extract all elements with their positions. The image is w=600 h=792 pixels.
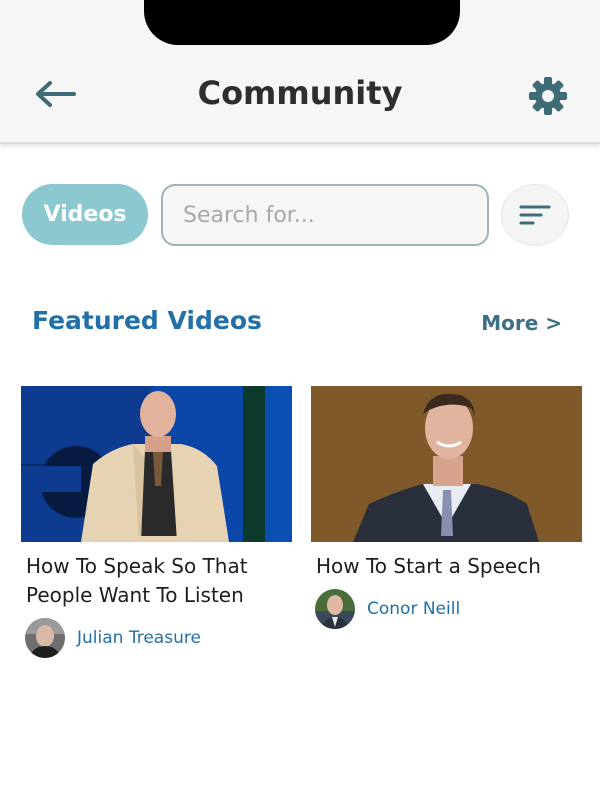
author-name[interactable]: Conor Neill (367, 599, 460, 619)
filter-lines-icon (519, 205, 551, 225)
category-chip-videos[interactable]: Videos (22, 184, 148, 245)
gear-icon (529, 77, 567, 115)
search-field[interactable] (161, 184, 489, 246)
more-link[interactable]: More > (481, 311, 562, 335)
page-title: Community (197, 74, 403, 112)
avatar (315, 589, 355, 629)
author-name[interactable]: Julian Treasure (77, 628, 201, 648)
section-title: Featured Videos (32, 306, 262, 335)
filter-button[interactable] (501, 184, 569, 246)
author-row[interactable]: Conor Neill (315, 589, 583, 629)
video-card[interactable]: How To Speak So That People Want To List… (21, 386, 293, 658)
device-notch (144, 0, 460, 45)
settings-button[interactable] (526, 74, 570, 118)
author-row[interactable]: Julian Treasure (25, 618, 293, 658)
avatar (25, 618, 65, 658)
video-title[interactable]: How To Start a Speech (316, 552, 578, 581)
video-card[interactable]: How To Start a Speech Conor Neill (311, 386, 583, 629)
video-thumbnail[interactable] (311, 386, 582, 542)
video-title[interactable]: How To Speak So That People Want To List… (26, 552, 288, 610)
video-thumbnail[interactable] (21, 386, 292, 542)
search-input[interactable] (163, 186, 487, 244)
